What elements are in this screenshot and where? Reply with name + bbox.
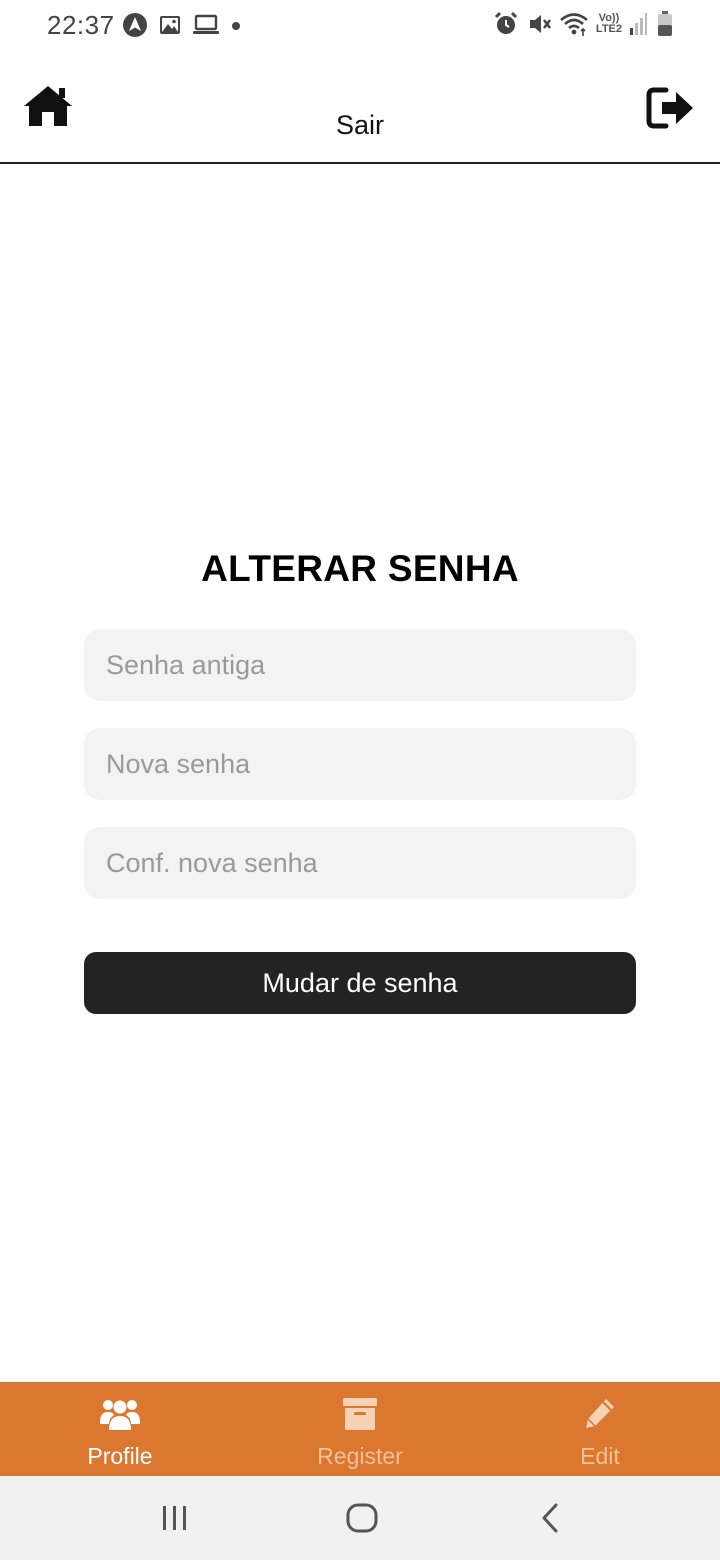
change-password-button[interactable]: Mudar de senha [84,952,636,1014]
dot-icon [230,13,242,37]
tab-register-label: Register [317,1443,403,1469]
alarm-icon [493,11,519,37]
archive-box-icon [240,1396,480,1436]
logout-icon [646,87,696,134]
tab-edit-label: Edit [580,1443,620,1469]
navigation-arrow-icon [122,12,148,38]
system-home-button[interactable] [342,1500,382,1536]
new-password-field[interactable] [84,728,636,800]
volte-icon: Vo)) LTE2 [596,13,622,35]
vibrate-mute-icon [526,11,552,37]
wifi-icon [559,11,589,37]
laptop-icon [192,13,220,37]
recents-icon [155,1506,195,1540]
app-header: Sair [0,62,720,164]
tab-edit[interactable]: Edit [480,1382,720,1476]
pencil-icon [480,1396,720,1436]
change-password-screen: 22:37 Vo)) LTE2 Sair ALTERAR SENHA Mudar… [0,0,720,1560]
battery-icon [654,10,676,38]
tab-profile-label: Profile [87,1443,153,1469]
back-chevron-icon [530,1503,570,1540]
home-circle-icon [342,1503,382,1540]
volte-line2: LTE2 [595,23,622,35]
users-icon [0,1396,240,1436]
header-title[interactable]: Sair [0,110,720,141]
image-icon [158,13,182,37]
old-password-field[interactable] [84,629,636,701]
status-right-icons: Vo)) LTE2 [493,10,676,38]
confirm-password-field[interactable] [84,827,636,899]
recents-button[interactable] [155,1500,195,1536]
back-button[interactable] [530,1500,570,1536]
signal-icon [629,12,647,36]
system-navigation-bar [0,1476,720,1560]
bottom-tab-bar: Profile Register Edit [0,1382,720,1476]
tab-profile[interactable]: Profile [0,1382,240,1476]
form-title: ALTERAR SENHA [201,548,519,589]
logout-button[interactable] [646,86,696,130]
tab-register[interactable]: Register [240,1382,480,1476]
status-left-icons [122,12,242,38]
status-bar: 22:37 Vo)) LTE2 [0,0,720,54]
status-time: 22:37 [47,10,115,40]
